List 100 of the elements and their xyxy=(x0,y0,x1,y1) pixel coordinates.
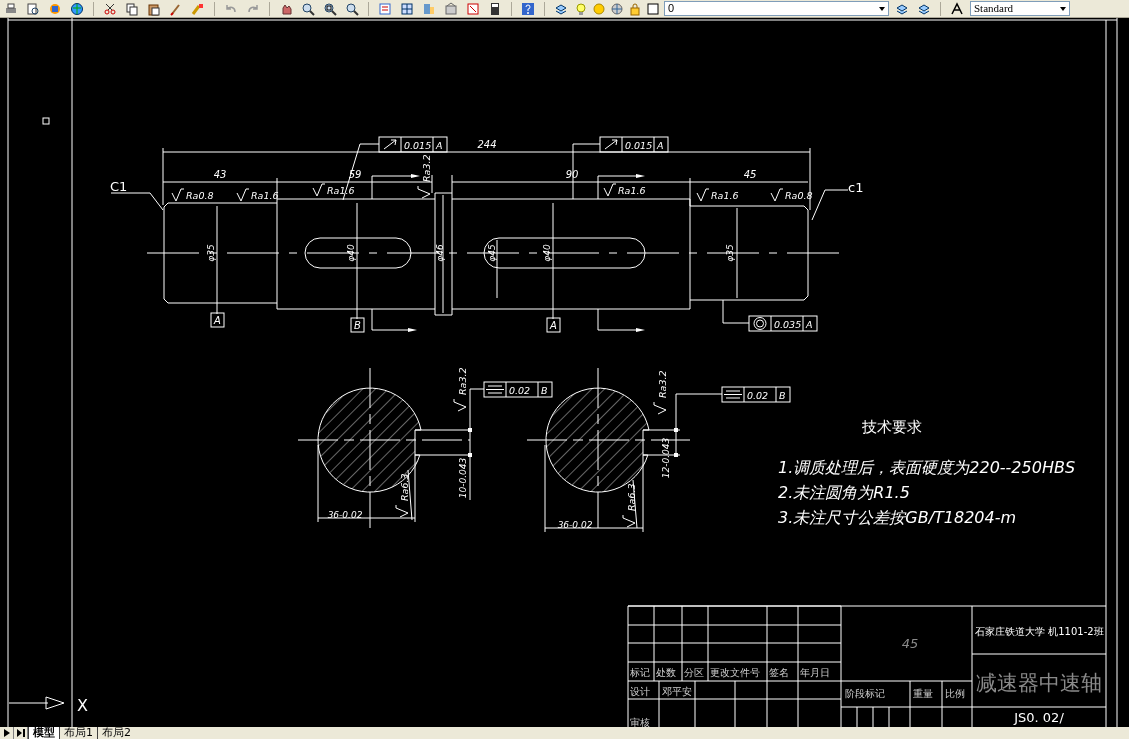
text-style-dropdown[interactable]: Standard xyxy=(970,1,1070,16)
dimension-text: 45 xyxy=(743,169,757,180)
toolbar-button[interactable] xyxy=(68,0,86,17)
zoom-icon xyxy=(301,1,315,16)
title-block-label: 审核 xyxy=(630,717,650,727)
dimension-text: 59 xyxy=(348,169,362,180)
roughness-label: Ra1.6 xyxy=(251,190,279,201)
runout-arrow-icon xyxy=(383,139,397,150)
sun-icon xyxy=(592,1,606,16)
layer-name: 0 xyxy=(668,2,675,15)
title-block-label: 重量 xyxy=(913,688,933,699)
toolbar-button[interactable] xyxy=(299,0,317,17)
tolerance-frame xyxy=(599,136,669,153)
roughness-label: Ra1.6 xyxy=(618,185,646,196)
skip-end-icon xyxy=(16,729,25,737)
roughness-label: Ra6.3 xyxy=(399,473,410,501)
chamfer-note: c1 xyxy=(848,180,864,195)
datum-label: A xyxy=(546,317,561,333)
dimension-text: 90 xyxy=(565,169,579,180)
tolerance-value: 0.02 xyxy=(747,389,769,401)
roughness-symbol-icon xyxy=(395,504,409,518)
bulb-icon xyxy=(574,1,588,16)
section-dimension-text: 10-0.043 xyxy=(458,457,468,499)
title-block-label: 更改文件号 xyxy=(710,667,760,678)
tolerance-frame xyxy=(483,381,553,398)
copy-icon xyxy=(125,1,139,16)
scissors-icon xyxy=(103,1,117,16)
roughness-symbol-icon xyxy=(622,514,636,528)
title-block-label: 标记 xyxy=(630,667,650,678)
toolbar-button[interactable] xyxy=(321,0,339,17)
layer-dropdown[interactable]: 0 xyxy=(664,1,889,16)
roughness-symbol-icon xyxy=(653,401,667,415)
roughness-label: Ra1.6 xyxy=(711,190,739,201)
lock-icon xyxy=(628,1,642,16)
roughness-symbol-icon xyxy=(171,188,185,202)
roughness-label: Ra3.2 xyxy=(421,154,432,182)
section-dimension-text: 12-0.043 xyxy=(661,437,671,479)
roughness-symbol-icon xyxy=(312,183,326,197)
tolerance-value: 0.02 xyxy=(509,384,531,396)
roughness-label: Ra3.2 xyxy=(657,370,668,398)
grip-marker-icon xyxy=(42,117,50,125)
ucs-axis-label: X xyxy=(77,696,88,715)
layout-tab[interactable]: 模型 xyxy=(28,727,59,739)
part-name-text: 减速器中速轴 xyxy=(976,671,1102,695)
runout-arrow-icon xyxy=(604,139,618,150)
play-icon xyxy=(3,729,10,737)
toolbar-button[interactable] xyxy=(948,0,966,17)
toolbar-button[interactable] xyxy=(343,0,361,17)
datum-reference: A xyxy=(806,318,813,330)
drawing-number-text: JS0. 02/ xyxy=(1014,710,1064,725)
roughness-symbol-icon xyxy=(603,183,617,197)
last-tab-button[interactable] xyxy=(14,727,28,739)
requirements-title: 技术要求 xyxy=(862,418,922,436)
roughness-symbol-icon xyxy=(696,188,710,202)
datum-reference: B xyxy=(779,389,786,401)
diameter-text: φ35 xyxy=(725,244,735,262)
datum-reference: A xyxy=(657,139,664,151)
match-properties-icon xyxy=(191,1,205,16)
text-style-name: Standard xyxy=(974,2,1014,15)
roughness-label: Ra0.8 xyxy=(785,190,813,201)
help-icon xyxy=(521,1,535,16)
datum-label: B xyxy=(350,317,365,333)
diameter-text: φ46 xyxy=(435,244,445,262)
roughness-symbol-icon xyxy=(236,188,250,202)
roughness-label: Ra0.8 xyxy=(186,190,214,201)
symmetry-icon xyxy=(485,385,505,394)
diameter-text: φ45 xyxy=(487,244,497,262)
roughness-label: Ra1.6 xyxy=(327,185,355,196)
title-block-label: 比例 xyxy=(945,688,965,699)
school-class-text: 石家庄铁道大学 机1101-2班 xyxy=(975,626,1104,637)
dimension-text: 244 xyxy=(477,139,497,150)
ucs-axis-icon xyxy=(8,696,65,710)
tolerance-value: 0.015 xyxy=(404,139,432,151)
title-block-label: 处数 xyxy=(656,667,676,678)
diameter-text: φ40 xyxy=(542,244,552,262)
datum-reference: A xyxy=(436,139,443,151)
globe-icon xyxy=(70,1,84,16)
roughness-symbol-icon xyxy=(770,188,784,202)
zoom-previous-icon xyxy=(345,1,359,16)
concentricity-icon xyxy=(753,317,767,330)
diameter-text: φ40 xyxy=(346,244,356,262)
toolbar-button[interactable] xyxy=(24,0,42,17)
title-block-label: 阶段标记 xyxy=(845,688,885,699)
print-preview-icon xyxy=(26,1,40,16)
requirement-text: 1.调质处理后，表面硬度为220--250HBS xyxy=(778,458,1076,477)
designer-name: 邓平安 xyxy=(662,686,692,697)
zoom-window-icon xyxy=(323,1,337,16)
roughness-label: Ra6.3 xyxy=(626,483,637,511)
dimension-text: 43 xyxy=(213,169,227,180)
tolerance-frame xyxy=(721,386,791,403)
material-text: 45 xyxy=(901,636,919,651)
requirement-text: 2.未注圆角为R1.5 xyxy=(778,483,910,502)
calculator-icon xyxy=(488,1,502,16)
datum-label: A xyxy=(210,312,225,328)
tolerance-frame xyxy=(378,136,448,153)
roughness-symbol-icon xyxy=(417,185,431,199)
title-block-label: 分区 xyxy=(684,667,704,678)
paste-icon xyxy=(147,1,161,16)
diameter-text: φ35 xyxy=(206,244,216,262)
properties-icon xyxy=(378,1,392,16)
